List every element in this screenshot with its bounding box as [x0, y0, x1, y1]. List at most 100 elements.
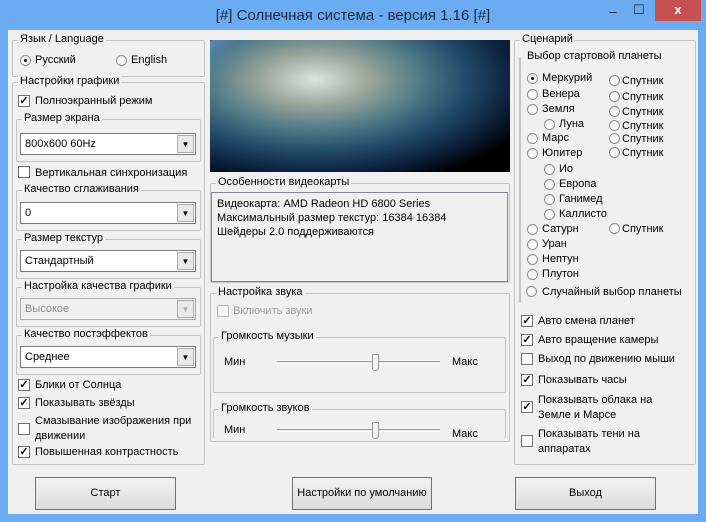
fullscreen-checkbox[interactable]: ✓ [18, 95, 30, 107]
client-area: Язык / Language Русский English Настройк… [8, 30, 698, 514]
enable-sound-label: Включить звуки [233, 305, 313, 317]
show-stars-label: Показывать звёзды [35, 397, 135, 409]
radio-russian-label: Русский [35, 54, 76, 66]
videocard-line: Шейдеры 2.0 поддерживаются [217, 226, 374, 238]
chevron-down-icon: ▼ [177, 204, 194, 222]
music-volume-thumb[interactable] [371, 354, 379, 371]
planet-label: Ганимед [559, 193, 603, 205]
chevron-down-icon: ▼ [177, 300, 194, 318]
show-stars-checkbox[interactable]: ✓ [18, 397, 30, 409]
scenario-option-label: Показывать часы [538, 374, 627, 386]
texture-size-select[interactable]: Стандартный ▼ [20, 250, 196, 272]
radio-planet[interactable] [527, 104, 538, 115]
radio-planet[interactable] [527, 89, 538, 100]
language-legend: Язык / Language [18, 33, 106, 45]
title-bar: [#] Солнечная система - версия 1.16 [#] … [0, 0, 706, 30]
radio-planet[interactable] [527, 269, 538, 280]
post-effects-select[interactable]: Среднее ▼ [20, 346, 196, 368]
radio-planet[interactable] [544, 119, 555, 130]
enable-sound-checkbox [217, 305, 229, 317]
scenario-option-label: Показывать тени на аппаратах [538, 428, 640, 455]
radio-planet[interactable] [527, 239, 538, 250]
radio-planet[interactable] [527, 254, 538, 265]
satellite-label: Спутник [622, 147, 664, 159]
radio-english[interactable] [116, 55, 127, 66]
start-button[interactable]: Старт [35, 477, 176, 510]
radio-satellite[interactable] [609, 75, 620, 86]
radio-satellite[interactable] [609, 106, 620, 117]
radio-russian[interactable] [20, 55, 31, 66]
radio-planet[interactable] [527, 133, 538, 144]
videocard-info-text: Видеокарта: AMD Radeon HD 6800 Series Ма… [211, 192, 508, 282]
satellite-label: Спутник [622, 75, 664, 87]
exit-button[interactable]: Выход [515, 477, 656, 510]
music-min-label: Мин [224, 356, 246, 368]
contrast-checkbox[interactable]: ✓ [18, 446, 30, 458]
effects-volume-legend: Громкость звуков [219, 402, 312, 414]
radio-planet[interactable] [544, 179, 555, 190]
motion-blur-checkbox[interactable] [18, 423, 30, 435]
scenario-legend: Сценарий [520, 33, 575, 45]
scenario-option-checkbox[interactable] [521, 353, 533, 365]
scenario-option-checkbox[interactable]: ✓ [521, 374, 533, 386]
fullscreen-label: Полноэкранный режим [35, 95, 153, 107]
planet-label: Юпитер [542, 147, 583, 159]
antialias-select[interactable]: 0 ▼ [20, 202, 196, 224]
vsync-checkbox[interactable] [18, 166, 30, 178]
radio-satellite[interactable] [609, 120, 620, 131]
maximize-button[interactable]: ☐ [626, 2, 652, 23]
screen-size-select[interactable]: 800x600 60Hz ▼ [20, 133, 196, 155]
screen-size-legend: Размер экрана [22, 112, 102, 124]
effects-volume-thumb[interactable] [371, 422, 379, 439]
scenario-option-checkbox[interactable]: ✓ [521, 315, 533, 327]
screen-size-value: 800x600 60Hz [25, 138, 96, 150]
radio-satellite[interactable] [609, 91, 620, 102]
quality-select: Высокое ▼ [20, 298, 196, 320]
radio-planet[interactable] [544, 194, 555, 205]
chevron-down-icon: ▼ [177, 252, 194, 270]
planet-label: Марс [542, 132, 570, 144]
quality-legend: Настройка качества графики [22, 280, 174, 292]
planet-label: Плутон [542, 268, 579, 280]
planet-label: Нептун [542, 253, 579, 265]
defaults-button[interactable]: Настройки по умолчанию [292, 477, 432, 510]
post-effects-legend: Качество постэффектов [22, 328, 150, 340]
radio-satellite[interactable] [609, 223, 620, 234]
motion-blur-label: Смазывание изображения при движении [35, 415, 192, 442]
scenario-option-label: Выход по движению мыши [538, 353, 675, 365]
chevron-down-icon: ▼ [177, 348, 194, 366]
scenario-option-checkbox[interactable]: ✓ [521, 334, 533, 346]
scenario-option-checkbox[interactable] [521, 435, 533, 447]
scenario-option-checkbox[interactable]: ✓ [521, 401, 533, 413]
scenario-option-label: Авто вращение камеры [538, 334, 659, 346]
antialias-legend: Качество сглаживания [22, 183, 141, 195]
effects-volume-slider[interactable] [277, 429, 440, 432]
sound-legend: Настройка звука [216, 286, 305, 298]
start-planet-legend: Выбор стартовой планеты [525, 50, 664, 62]
videocard-legend: Особенности видеокарты [216, 176, 352, 188]
close-button[interactable]: x [655, 0, 701, 21]
satellite-label: Спутник [622, 223, 664, 235]
texture-size-legend: Размер текстур [22, 232, 105, 244]
radio-planet[interactable] [527, 148, 538, 159]
earth-preview-image [210, 40, 510, 172]
music-volume-legend: Громкость музыки [219, 330, 316, 342]
radio-satellite[interactable] [609, 133, 620, 144]
antialias-value: 0 [25, 207, 32, 219]
quality-value: Высокое [25, 303, 70, 315]
planet-label: Сатурн [542, 223, 579, 235]
random-planet-label: Случайный выбор планеты [542, 286, 682, 298]
sun-flares-checkbox[interactable]: ✓ [18, 379, 30, 391]
music-volume-slider[interactable] [277, 361, 440, 364]
radio-planet[interactable] [527, 73, 538, 84]
radio-satellite[interactable] [609, 147, 620, 158]
radio-planet[interactable] [544, 164, 555, 175]
radio-random-planet[interactable] [526, 286, 537, 297]
sun-flares-label: Блики от Солнца [35, 379, 122, 391]
texture-size-value: Стандартный [25, 255, 94, 267]
satellite-label: Спутник [622, 106, 664, 118]
satellite-label: Спутник [622, 133, 664, 145]
radio-planet[interactable] [527, 224, 538, 235]
radio-planet[interactable] [544, 209, 555, 220]
minimize-button[interactable]: – [600, 4, 626, 25]
